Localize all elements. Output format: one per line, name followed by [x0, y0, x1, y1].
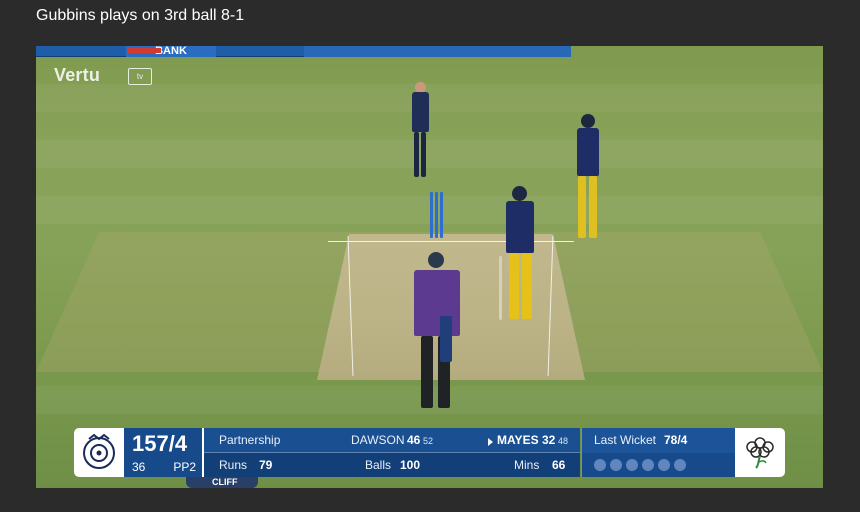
runs-value: 79	[259, 458, 273, 472]
scoreboard: 157/4 36 PP2 Partnership Runs 79 DAWSON …	[74, 428, 785, 477]
broadcaster-badge: tv	[128, 68, 152, 85]
powerplay-indicator: PP2	[173, 460, 196, 474]
home-crest-icon	[74, 428, 124, 477]
ad-board: BANK	[36, 46, 571, 57]
ball-dot-icon	[642, 459, 654, 471]
wicket-keeper	[408, 82, 434, 182]
batter-non-striker	[570, 114, 606, 242]
batter1-balls: 52	[423, 436, 434, 446]
stumps	[430, 192, 444, 238]
on-strike-icon	[488, 433, 496, 451]
ball-dot-icon	[594, 459, 606, 471]
fielder-sweater-edge: CLIFF	[186, 477, 258, 488]
umpire	[404, 252, 470, 412]
team-score-panel: 157/4 36 PP2	[124, 428, 204, 477]
ball-dot-icon	[610, 459, 622, 471]
video-frame[interactable]: BANK Vertu tv	[36, 46, 823, 488]
away-crest-icon	[735, 428, 785, 477]
partnership-panel: Partnership Runs 79 DAWSON 46 52 Balls 1…	[204, 428, 580, 477]
last-wicket-value: 78/4	[664, 433, 688, 447]
partnership-label: Partnership	[219, 433, 281, 447]
balls-label: Balls	[365, 458, 392, 472]
batter1-runs: 46	[407, 433, 421, 447]
sweater-text: CLIFF	[212, 477, 238, 487]
ad-board-logo	[127, 48, 161, 53]
broadcaster-logo: Vertu	[54, 65, 101, 85]
batter2-name: MAYES	[497, 433, 539, 447]
ad-board-right	[304, 46, 571, 57]
batter-striker	[496, 186, 542, 326]
last-wicket-panel: Last Wicket 78/4	[581, 428, 736, 477]
batter2-balls: 48	[558, 436, 569, 446]
ball-dot-icon	[626, 459, 638, 471]
last-wicket-label: Last Wicket	[594, 433, 657, 447]
mins-value: 66	[552, 458, 566, 472]
ball-dot-icon	[674, 459, 686, 471]
mins-label: Mins	[514, 458, 540, 472]
ball-dot-icon	[658, 459, 670, 471]
batter2-runs: 32	[542, 433, 556, 447]
team-score: 157/4	[132, 431, 188, 456]
highlight-caption: Gubbins plays on 3rd ball 8-1	[36, 7, 245, 24]
overs-count: 36	[132, 460, 146, 474]
batter1-name: DAWSON	[351, 433, 405, 447]
balls-value: 100	[400, 458, 421, 472]
runs-label: Runs	[219, 458, 248, 472]
